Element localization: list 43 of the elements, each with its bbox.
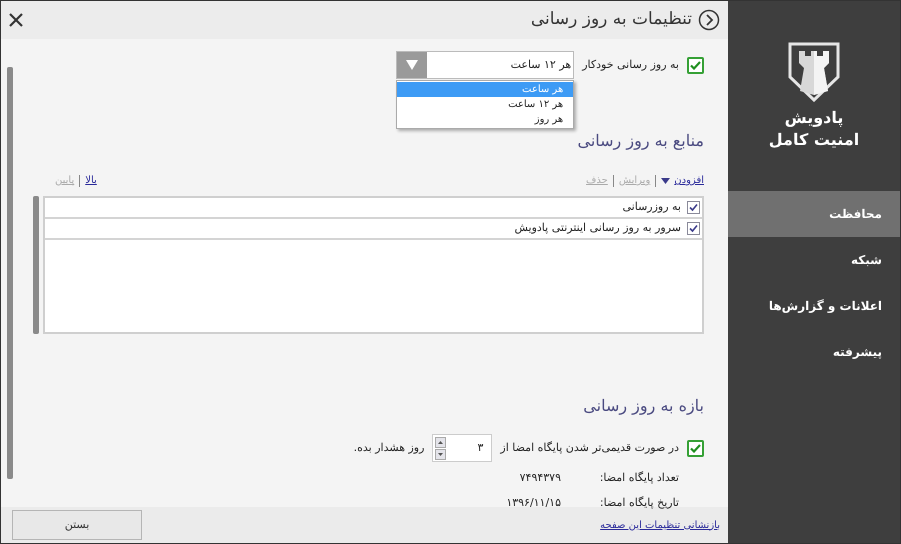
sidebar-item[interactable]: محافظت xyxy=(728,191,900,237)
back-circle-icon[interactable] xyxy=(698,9,720,31)
source-row[interactable]: سرور به روز رسانی اینترنتی پادویش xyxy=(45,219,702,240)
info-label: تاریخ پایگاه امضا: xyxy=(598,494,679,511)
checkbox[interactable] xyxy=(687,222,700,235)
brand-name: پادویش xyxy=(784,107,844,129)
checkbox[interactable] xyxy=(687,56,704,74)
info-label: تعداد پایگاه امضا: xyxy=(598,470,679,486)
brand-name: امنیت کامل xyxy=(768,129,860,151)
close-icon[interactable] xyxy=(9,13,23,27)
info-value: ۱۳۹۶/۱۱/۱۵ xyxy=(506,494,561,510)
source-name: به روزرسانی xyxy=(622,199,681,216)
check-icon xyxy=(689,203,698,212)
check-icon xyxy=(690,444,701,452)
spin-down-icon[interactable] xyxy=(435,448,446,460)
window-title: تنظیمات به روز رسانی xyxy=(530,8,692,32)
sidebar-item[interactable]: پیشرفته xyxy=(728,329,900,375)
shield-tower-logo-icon xyxy=(787,41,841,103)
source-name: سرور به روز رسانی اینترنتی پادویش xyxy=(514,220,681,236)
sidebar-item[interactable]: شبکه xyxy=(728,237,900,283)
vertical-scrollbar[interactable] xyxy=(7,67,13,479)
check-icon xyxy=(689,224,698,233)
move-link[interactable]: بالا xyxy=(85,173,97,188)
source-row[interactable]: به روزرسانی xyxy=(45,198,702,219)
section-heading: منابع به روز رسانی xyxy=(576,130,704,152)
close-button[interactable]: بستن xyxy=(12,510,142,540)
auto-update-label: به روز رسانی خودکار xyxy=(582,56,679,73)
checkbox[interactable] xyxy=(687,201,700,214)
warning-text: در صورت قدیمی‌تر شدن پایگاه امضا از xyxy=(500,440,679,456)
checkbox[interactable] xyxy=(687,440,704,456)
warning-text: روز هشدار بده. xyxy=(354,440,424,456)
vertical-scrollbar[interactable] xyxy=(33,196,39,334)
caret-icon[interactable] xyxy=(661,178,670,184)
sidebar-item[interactable]: اعلانات و گزارش‌ها xyxy=(728,283,900,329)
toolbar-link[interactable]: افزودن xyxy=(661,173,704,188)
days-spinbox[interactable]: ۳ xyxy=(432,434,492,462)
check-icon xyxy=(690,60,701,70)
reset-settings-link[interactable]: بازنشانی تنظیمات این صفحه xyxy=(600,518,720,532)
info-value: ۷۴۹۴۳۷۹ xyxy=(520,470,561,486)
dropdown-option[interactable]: هر ۱۲ ساعت xyxy=(397,97,574,112)
dropdown-option[interactable]: هر روز xyxy=(397,112,574,127)
section-heading: بازه به روز رسانی xyxy=(582,395,704,417)
spin-up-icon[interactable] xyxy=(435,436,446,448)
